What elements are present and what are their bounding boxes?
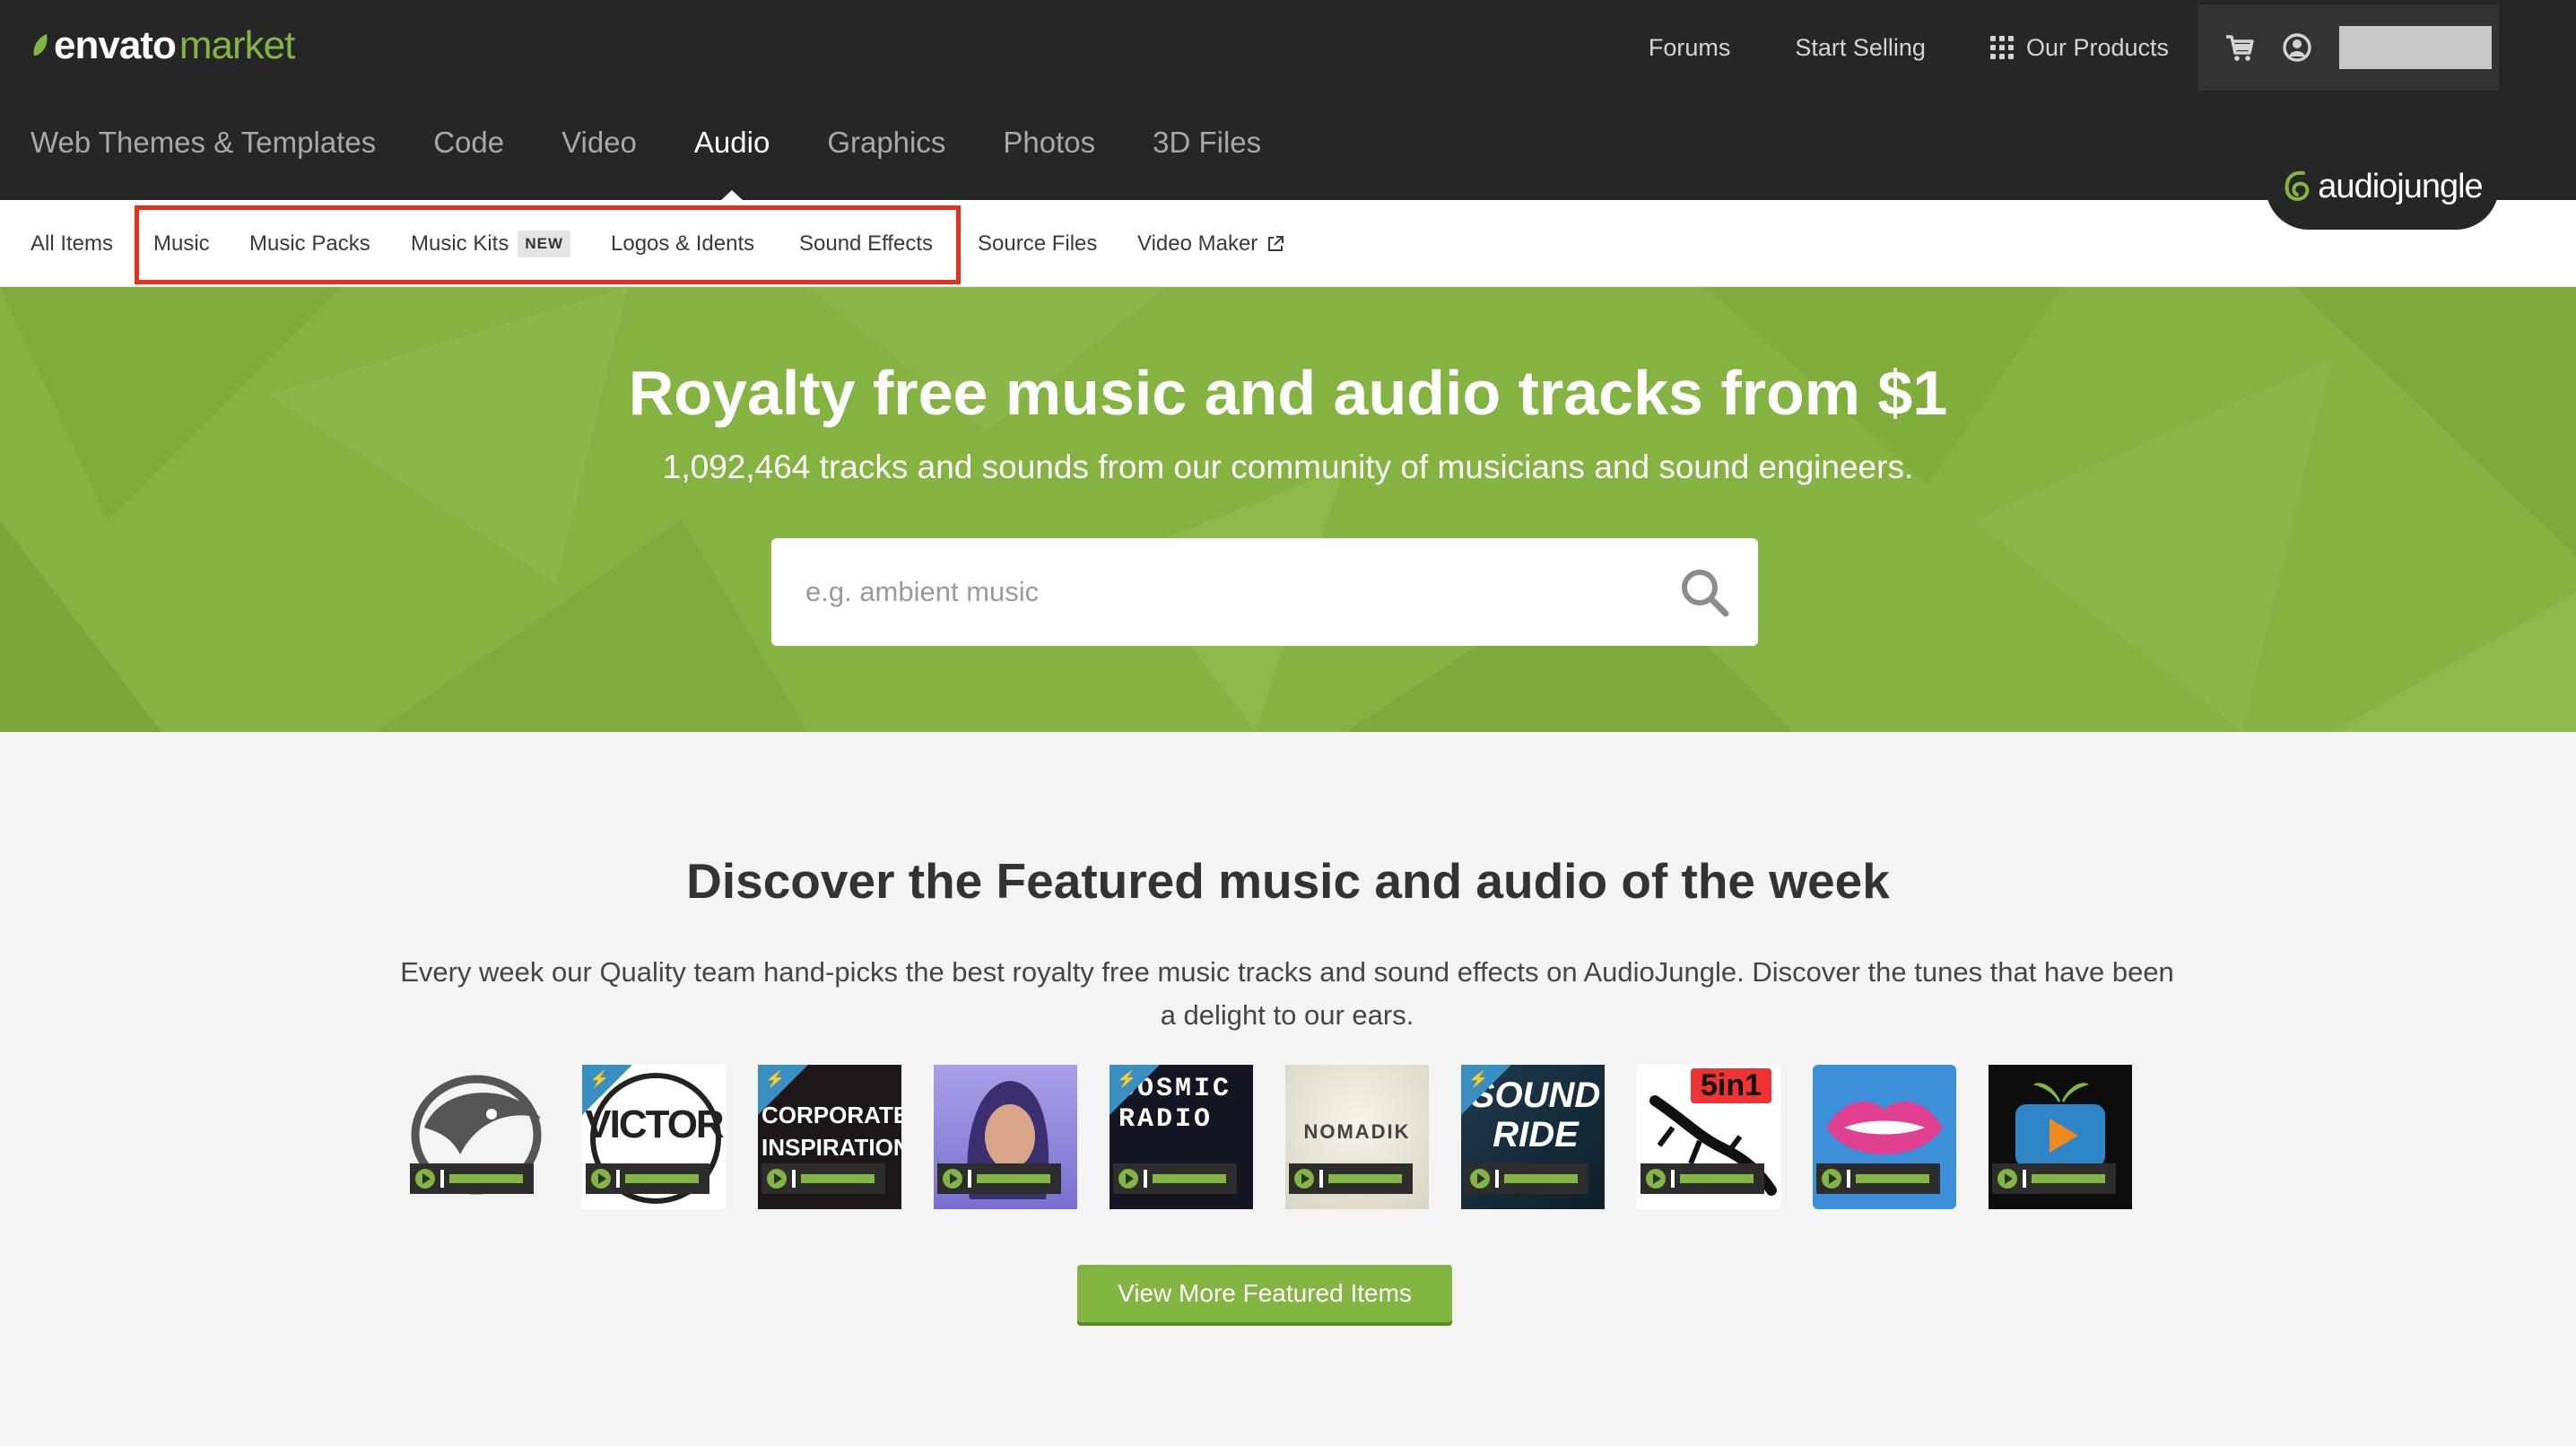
bolt-icon: ⚡ xyxy=(765,1070,786,1088)
track-player[interactable] xyxy=(1640,1163,1764,1194)
featured-item-4[interactable] xyxy=(934,1065,1077,1209)
nav-web-themes[interactable]: Web Themes & Templates xyxy=(30,126,376,160)
audiojungle-logo-icon xyxy=(2284,170,2310,201)
envato-market-logo[interactable]: envato market xyxy=(30,23,295,68)
featured-item-5[interactable]: COSMIC RADIO ⚡ xyxy=(1110,1065,1253,1209)
search-box xyxy=(771,538,1758,646)
bolt-icon: ⚡ xyxy=(1468,1070,1489,1088)
main-category-nav: Web Themes & Templates Code Video Audio … xyxy=(30,126,1261,201)
user-account-icon[interactable] xyxy=(2282,32,2312,63)
our-products-label: Our Products xyxy=(2025,33,2169,61)
nav-audio[interactable]: Audio xyxy=(694,126,770,201)
featured-item-10[interactable] xyxy=(1989,1065,2132,1209)
play-icon[interactable] xyxy=(1997,1169,2017,1189)
five-in-one-label: 5in1 xyxy=(1691,1068,1771,1103)
top-header: envato market Forums Start Selling Our Pr… xyxy=(0,0,2576,201)
featured-thumbnails: VICTOR ⚡ CORPORATE INSPIRATION ⚡ COSMIC … xyxy=(406,1065,2132,1209)
logo-envato-text: envato xyxy=(54,23,177,67)
play-icon[interactable] xyxy=(943,1169,962,1189)
hero-background-pattern xyxy=(0,287,2576,732)
play-icon[interactable] xyxy=(1294,1169,1314,1189)
nav-video[interactable]: Video xyxy=(561,126,637,160)
our-products-link[interactable]: Our Products xyxy=(1989,33,2169,62)
forums-link[interactable]: Forums xyxy=(1649,34,1731,62)
play-icon[interactable] xyxy=(767,1169,787,1189)
cart-icon[interactable] xyxy=(2224,33,2255,62)
subnav-all-items[interactable]: All Items xyxy=(30,200,113,287)
play-icon[interactable] xyxy=(1646,1169,1666,1189)
search-icon[interactable] xyxy=(1677,565,1731,619)
bolt-icon: ⚡ xyxy=(589,1070,610,1088)
start-selling-link[interactable]: Start Selling xyxy=(1795,34,1926,62)
play-icon[interactable] xyxy=(1822,1169,1841,1189)
play-icon[interactable] xyxy=(415,1169,435,1189)
logo-market-text: market xyxy=(178,23,295,67)
track-player[interactable] xyxy=(1465,1163,1588,1194)
track-player[interactable] xyxy=(1992,1163,2116,1194)
nav-graphics[interactable]: Graphics xyxy=(827,126,945,160)
play-icon[interactable] xyxy=(1470,1169,1490,1189)
featured-item-2[interactable]: VICTOR ⚡ xyxy=(582,1065,726,1209)
track-player[interactable] xyxy=(761,1163,885,1194)
featured-description: Every week our Quality team hand-picks t… xyxy=(400,956,2174,1031)
hero-banner: Royalty free music and audio tracks from… xyxy=(0,287,2576,732)
nomadik-label: NOMADIK xyxy=(1303,1120,1411,1143)
featured-item-8[interactable]: 5in1 xyxy=(1637,1065,1780,1209)
play-icon[interactable] xyxy=(591,1169,611,1189)
featured-item-3[interactable]: CORPORATE INSPIRATION ⚡ xyxy=(758,1065,901,1209)
highlight-annotation-box xyxy=(135,205,961,284)
nav-3d-files[interactable]: 3D Files xyxy=(1153,126,1261,160)
track-player[interactable] xyxy=(410,1163,534,1194)
grid-icon xyxy=(1989,36,2014,59)
external-link-icon xyxy=(1268,235,1284,251)
track-player[interactable] xyxy=(937,1163,1061,1194)
leaf-icon xyxy=(33,34,48,56)
track-player[interactable] xyxy=(1816,1163,1940,1194)
track-player[interactable] xyxy=(586,1163,709,1194)
hero-title: Royalty free music and audio tracks from… xyxy=(628,358,1948,428)
nav-photos[interactable]: Photos xyxy=(1003,126,1095,160)
featured-title: Discover the Featured music and audio of… xyxy=(686,853,1890,909)
featured-item-1[interactable] xyxy=(406,1065,550,1209)
top-links: Forums Start Selling Our Products xyxy=(1649,0,2576,95)
hero-subtitle: 1,092,464 tracks and sounds from our com… xyxy=(662,449,1914,485)
featured-item-9[interactable] xyxy=(1813,1065,1956,1209)
track-player[interactable] xyxy=(1113,1163,1237,1194)
account-area xyxy=(2197,4,2499,91)
view-more-featured-button[interactable]: View More Featured Items xyxy=(1077,1265,1452,1322)
play-icon[interactable] xyxy=(1118,1169,1138,1189)
video-maker-label: Video Maker xyxy=(1137,231,1258,256)
nav-code[interactable]: Code xyxy=(433,126,504,160)
featured-item-7[interactable]: SOUND RIDE ⚡ xyxy=(1461,1065,1605,1209)
search-input[interactable] xyxy=(805,538,1613,646)
subnav-video-maker[interactable]: Video Maker xyxy=(1137,200,1284,287)
audiojungle-text: audiojungle xyxy=(2318,167,2483,205)
audiojungle-badge[interactable]: audiojungle xyxy=(2266,144,2499,230)
featured-item-6[interactable]: NOMADIK xyxy=(1285,1065,1429,1209)
track-player[interactable] xyxy=(1289,1163,1413,1194)
bolt-icon: ⚡ xyxy=(1117,1070,1137,1088)
username-placeholder[interactable] xyxy=(2339,26,2492,69)
subnav-source-files[interactable]: Source Files xyxy=(978,200,1097,287)
